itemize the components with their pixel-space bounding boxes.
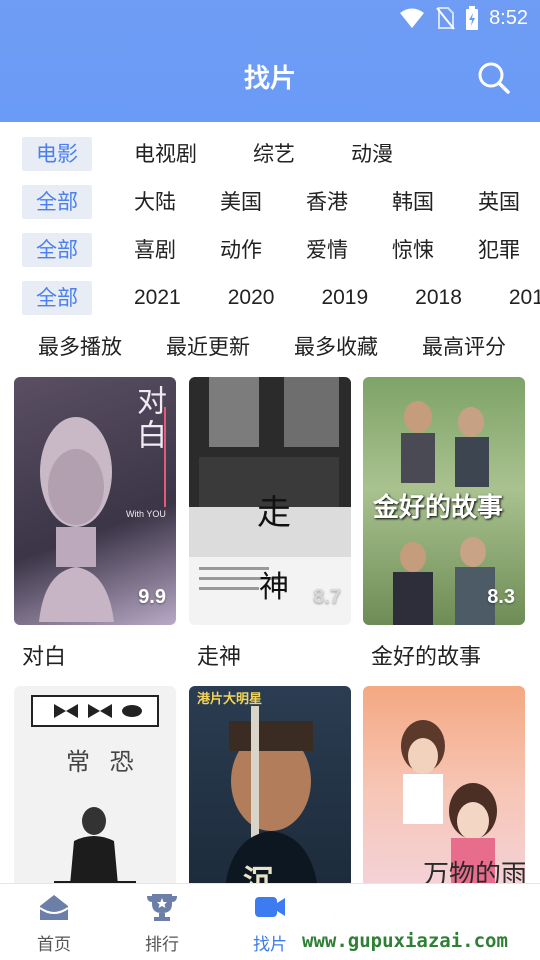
rating-badge: 8.3 xyxy=(487,586,515,608)
poster-title: 对白 xyxy=(131,385,166,453)
movie-poster[interactable]: 对白 With YOU 9.9 xyxy=(14,377,176,625)
filter-row-region: 全部 大陆 美国 香港 韩国 英国 xyxy=(22,185,534,219)
filter-year-all[interactable]: 全部 xyxy=(22,281,92,315)
watermark-url: www.gupuxiazai.com xyxy=(302,930,508,952)
status-time: 8:52 xyxy=(489,6,528,29)
movie-poster[interactable]: 金好的故事 8.3 xyxy=(363,377,525,625)
filter-genre-all[interactable]: 全部 xyxy=(22,233,92,267)
trophy-icon xyxy=(147,894,177,921)
status-bar: 8:52 xyxy=(399,4,528,32)
filter-year-2018[interactable]: 2018 xyxy=(401,281,476,315)
filter-type-anime[interactable]: 动漫 xyxy=(337,137,407,171)
no-sim-icon xyxy=(436,7,455,30)
sort-most-played[interactable]: 最多播放 xyxy=(38,330,122,364)
filter-region-uk[interactable]: 英国 xyxy=(464,185,534,219)
tab-ranking[interactable]: 排行 xyxy=(122,892,202,955)
movie-poster[interactable]: 万物的雨 xyxy=(363,686,525,896)
filter-year-2020[interactable]: 2020 xyxy=(214,281,289,315)
movie-poster[interactable]: 常 恐 xyxy=(14,686,176,896)
rating-badge: 8.7 xyxy=(313,586,341,608)
filter-genre-thriller[interactable]: 惊悚 xyxy=(378,233,448,267)
home-icon xyxy=(39,895,69,920)
movie-card[interactable]: 万物的雨 xyxy=(363,686,525,896)
poster-subtitle: With YOU xyxy=(126,509,166,519)
filter-row-genre: 全部 喜剧 动作 爱情 惊悚 犯罪 xyxy=(22,233,534,267)
movie-card[interactable]: 走 神 8.7 走神 xyxy=(189,377,351,671)
filter-genre-crime[interactable]: 犯罪 xyxy=(464,233,534,267)
video-icon xyxy=(255,897,285,917)
filter-genre-action[interactable]: 动作 xyxy=(206,233,276,267)
tab-home-label: 首页 xyxy=(37,935,71,955)
filter-region-all[interactable]: 全部 xyxy=(22,185,92,219)
sort-row: 最多播放 最近更新 最多收藏 最高评分 xyxy=(38,330,506,364)
rating-badge: 9.9 xyxy=(138,586,166,608)
filter-row-year: 全部 2021 2020 2019 2018 2017 xyxy=(22,281,540,315)
sort-most-favorited[interactable]: 最多收藏 xyxy=(294,330,378,364)
filter-year-2019[interactable]: 2019 xyxy=(307,281,382,315)
filter-year-2017[interactable]: 2017 xyxy=(495,281,540,315)
filter-type-movie[interactable]: 电影 xyxy=(22,137,92,171)
filter-genre-comedy[interactable]: 喜剧 xyxy=(120,233,190,267)
filter-region-hk[interactable]: 香港 xyxy=(292,185,362,219)
battery-icon xyxy=(466,6,479,30)
poster-art xyxy=(31,695,159,896)
movie-card[interactable]: 常 恐 xyxy=(14,686,176,896)
filter-region-korea[interactable]: 韩国 xyxy=(378,185,448,219)
filter-type-tv[interactable]: 电视剧 xyxy=(120,137,211,171)
poster-title: 走 xyxy=(257,493,291,533)
filter-region-us[interactable]: 美国 xyxy=(206,185,276,219)
search-icon[interactable] xyxy=(476,60,512,96)
tab-home[interactable]: 首页 xyxy=(14,892,94,955)
site-watermark: 谷普软件园 www.gupuxiazai.com xyxy=(296,884,540,960)
filter-row-type: 电影 电视剧 综艺 动漫 xyxy=(22,137,435,171)
movie-card[interactable]: 金好的故事 8.3 金好的故事 xyxy=(363,377,525,671)
poster-tagline: 港片大明星 xyxy=(197,692,263,707)
movie-card[interactable]: 港片大明星 沉 xyxy=(189,686,351,896)
filter-region-mainland[interactable]: 大陆 xyxy=(120,185,190,219)
movie-poster[interactable]: 港片大明星 沉 xyxy=(189,686,351,896)
filter-type-variety[interactable]: 综艺 xyxy=(239,137,309,171)
movie-poster[interactable]: 走 神 8.7 xyxy=(189,377,351,625)
app-header: 8:52 找片 xyxy=(0,0,540,122)
sort-recently-updated[interactable]: 最近更新 xyxy=(166,330,250,364)
movie-title[interactable]: 金好的故事 xyxy=(363,639,525,671)
poster-title: 金好的故事 xyxy=(373,493,504,523)
movie-title[interactable]: 对白 xyxy=(14,639,176,671)
page-title: 找片 xyxy=(243,64,296,94)
sort-top-rated[interactable]: 最高评分 xyxy=(422,330,506,364)
poster-title-2: 神 xyxy=(259,570,289,605)
movie-card[interactable]: 对白 With YOU 9.9 对白 xyxy=(14,377,176,671)
filter-year-2021[interactable]: 2021 xyxy=(120,281,195,315)
poster-title: 常 恐 xyxy=(66,748,140,776)
movie-title[interactable]: 走神 xyxy=(189,639,351,671)
filter-genre-romance[interactable]: 爱情 xyxy=(292,233,362,267)
tab-ranking-label: 排行 xyxy=(145,935,179,955)
wifi-icon xyxy=(400,8,425,28)
